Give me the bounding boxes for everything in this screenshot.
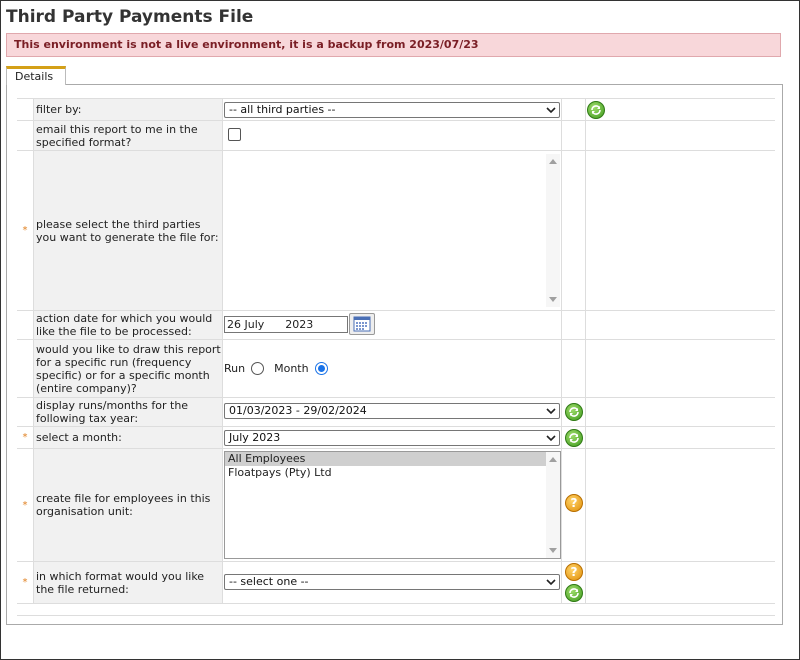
required-marker: *	[17, 449, 33, 561]
row-month: * select a month: July 2023	[17, 427, 775, 449]
tax-year-label: display runs/months for the following ta…	[33, 398, 223, 426]
row-draw-mode: would you like to draw this report for a…	[17, 340, 775, 398]
draw-mode-label: would you like to draw this report for a…	[33, 340, 223, 397]
help-icon[interactable]: ?	[565, 563, 583, 581]
form-footer-row	[17, 604, 775, 616]
refresh-icon[interactable]	[565, 429, 583, 447]
chevron-down-icon	[546, 408, 556, 415]
chevron-down-icon	[546, 435, 556, 442]
filter-by-select[interactable]: -- all third parties --	[224, 102, 560, 118]
row-filter-by: filter by: -- all third parties --	[17, 98, 775, 121]
filter-by-label: filter by:	[33, 99, 223, 120]
calendar-button[interactable]	[349, 313, 375, 335]
email-report-label: email this report to me in the specified…	[33, 121, 223, 150]
third-parties-listbox[interactable]	[224, 153, 561, 308]
run-option-label: Run	[224, 362, 246, 375]
chevron-down-icon	[546, 579, 556, 586]
run-radio[interactable]	[251, 362, 265, 375]
action-date-input[interactable]: 26 July 2023	[224, 316, 348, 333]
email-report-checkbox[interactable]	[228, 128, 241, 141]
org-unit-scrollbar[interactable]	[546, 452, 560, 558]
required-marker: *	[17, 427, 33, 448]
environment-warning-banner: This environment is not a live environme…	[6, 33, 781, 57]
refresh-icon[interactable]	[565, 584, 583, 602]
row-third-parties: * please select the third parties you wa…	[17, 151, 775, 311]
row-format: * in which format would you like the fil…	[17, 562, 775, 604]
row-org-unit: * create file for employees in this orga…	[17, 449, 775, 562]
refresh-icon[interactable]	[565, 403, 583, 421]
refresh-icon[interactable]	[587, 101, 605, 119]
format-select[interactable]: -- select one --	[224, 574, 560, 590]
chevron-down-icon	[546, 107, 556, 114]
month-label: select a month:	[33, 427, 223, 448]
org-unit-label: create file for employees in this organi…	[33, 449, 223, 561]
list-item[interactable]: Floatpays (Pty) Ltd	[225, 466, 560, 480]
third-parties-scrollbar[interactable]	[546, 154, 560, 307]
calendar-icon	[353, 316, 371, 332]
action-date-label: action date for which you would like the…	[33, 311, 223, 339]
format-label: in which format would you like the file …	[33, 562, 223, 603]
required-marker: *	[17, 151, 33, 310]
list-item[interactable]: All Employees	[225, 452, 560, 466]
month-select[interactable]: July 2023	[224, 430, 560, 446]
row-tax-year: display runs/months for the following ta…	[17, 398, 775, 427]
month-radio[interactable]	[314, 362, 328, 375]
details-panel: filter by: -- all third parties -- email…	[6, 84, 783, 625]
month-option-label: Month	[274, 362, 309, 375]
tab-details[interactable]: Details	[6, 66, 66, 85]
required-marker: *	[17, 562, 33, 603]
tax-year-select[interactable]: 01/03/2023 - 29/02/2024	[224, 403, 560, 419]
help-icon[interactable]: ?	[565, 494, 583, 512]
row-action-date: action date for which you would like the…	[17, 311, 775, 340]
row-email-report: email this report to me in the specified…	[17, 121, 775, 151]
page-title: Third Party Payments File	[6, 7, 254, 27]
third-parties-label: please select the third parties you want…	[33, 151, 223, 310]
org-unit-listbox[interactable]: All Employees Floatpays (Pty) Ltd	[224, 451, 561, 559]
